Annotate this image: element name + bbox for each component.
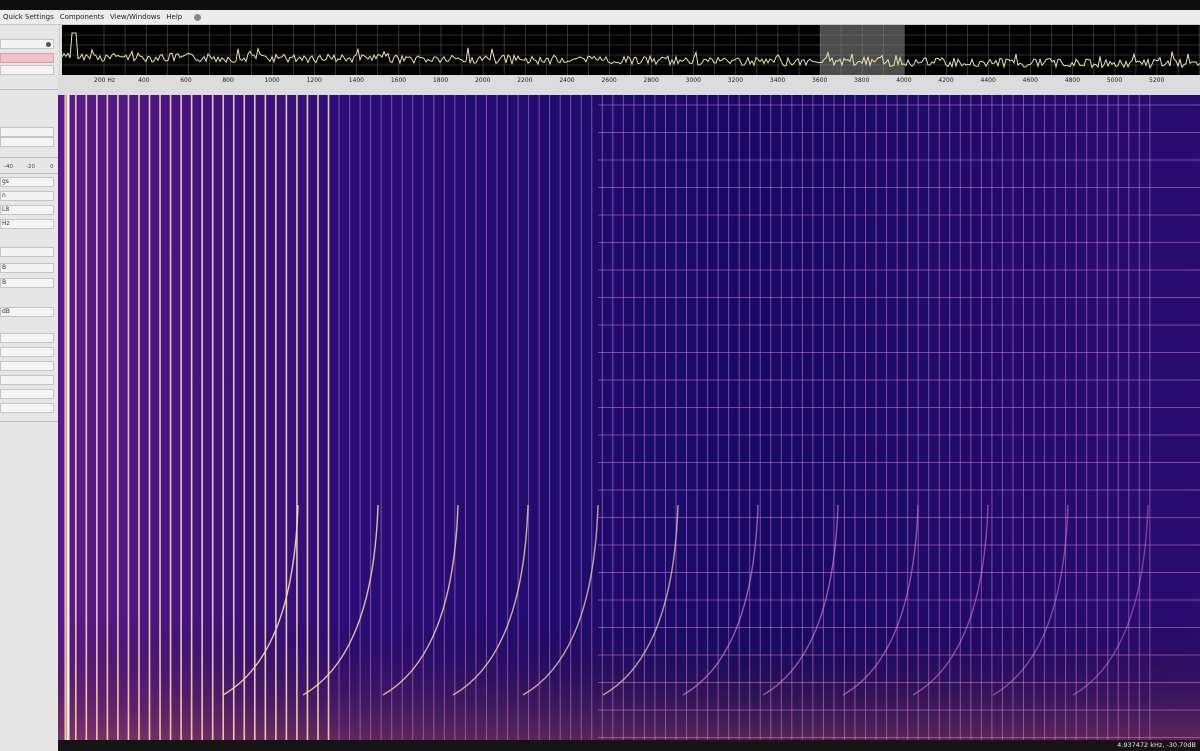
sidebar-stepper-2[interactable] xyxy=(0,137,54,147)
field-label: B xyxy=(2,264,7,271)
sidebar-field-10[interactable] xyxy=(0,375,54,385)
menu-components[interactable]: Components xyxy=(60,13,104,21)
spectrum-trace xyxy=(62,32,1200,70)
frequency-tick-label: 3600 xyxy=(812,77,828,84)
sidebar-control-2[interactable] xyxy=(0,65,54,75)
frequency-tick-label: 800 xyxy=(222,77,234,84)
frequency-tick-label: 1000 xyxy=(264,77,280,84)
sidebar-field-db[interactable]: dB xyxy=(0,307,54,317)
sidebar-field-hz[interactable]: Hz xyxy=(0,219,54,229)
record-icon[interactable] xyxy=(194,13,202,21)
sidebar-control-1[interactable] xyxy=(0,39,54,49)
sidebar-divider xyxy=(0,89,58,90)
frequency-tick-label: 1400 xyxy=(348,77,364,84)
frequency-tick-label: 2400 xyxy=(559,77,575,84)
frequency-tick-label: 5200 xyxy=(1149,77,1165,84)
field-label: Hz xyxy=(2,220,10,227)
frequency-tick-label: 2800 xyxy=(643,77,659,84)
waterfall-low-glow xyxy=(58,615,1200,740)
sidebar-field-b1[interactable]: B xyxy=(0,263,54,273)
frequency-tick-label: 1600 xyxy=(390,77,407,84)
sidebar-divider xyxy=(0,173,58,174)
frequency-tick-label: 4000 xyxy=(896,77,912,84)
scale-label-zero: 0 xyxy=(50,164,54,170)
field-label: L8 xyxy=(2,206,10,213)
sidebar-field-b2[interactable]: B xyxy=(0,278,54,288)
scale-label-minus20: -20 xyxy=(26,164,35,170)
frequency-tick-label: 1800 xyxy=(432,77,449,84)
frequency-axis: 200 Hz 400 600 800 1000 1200 1400 1600 1800 2000 2… xyxy=(62,75,1200,95)
sidebar-field-l8[interactable]: L8 xyxy=(0,205,54,215)
frequency-tick-label: 400 xyxy=(138,77,150,84)
sidebar-field-blank[interactable] xyxy=(0,247,54,257)
window-top-edge xyxy=(0,0,1200,10)
frequency-tick-label: 3400 xyxy=(769,77,786,84)
menu-help[interactable]: Help xyxy=(166,13,182,21)
frequency-tick-label: 3200 xyxy=(727,77,744,84)
field-label: B xyxy=(2,279,7,286)
sidebar-divider xyxy=(0,157,58,158)
frequency-tick-label: 2200 xyxy=(517,77,533,84)
sidebar-field-7[interactable] xyxy=(0,333,54,343)
frequency-tick-label: 2600 xyxy=(601,77,617,84)
frequency-tick-label: 1200 xyxy=(306,77,322,84)
sidebar-field-11[interactable] xyxy=(0,389,54,399)
sidebar-divider xyxy=(0,421,58,422)
cursor-frequency-readout: 4.937472 kHz, -30.70dB xyxy=(1117,741,1196,749)
sidebar-field-12[interactable] xyxy=(0,403,54,413)
sidebar-field-9[interactable] xyxy=(0,361,54,371)
control-sidebar: -40 -20 0 gs n L8 Hz B B dB xyxy=(0,25,59,751)
knob-icon xyxy=(46,42,51,47)
frequency-tick-label: 4400 xyxy=(980,77,996,84)
sidebar-field-8[interactable] xyxy=(0,347,54,357)
frequency-tick-label: 3800 xyxy=(854,77,870,84)
menu-quick-settings[interactable]: Quick Settings xyxy=(3,13,54,21)
frequency-tick-label: 3000 xyxy=(685,77,701,84)
frequency-tick-label: 2000 xyxy=(475,77,491,84)
frequency-tick-label: 600 xyxy=(180,77,192,84)
spectrogram-waterfall[interactable] xyxy=(58,95,1200,740)
field-label: gs xyxy=(2,178,9,185)
sidebar-field-gs[interactable]: gs xyxy=(0,177,54,187)
frequency-tick-label: 5000 xyxy=(1106,77,1123,84)
spectrum-plot[interactable] xyxy=(62,25,1200,75)
spectrum-panel: 200 Hz 400 600 800 1000 1200 1400 1600 1800 2000 2… xyxy=(58,25,1200,95)
frequency-tick-label: 4800 xyxy=(1064,77,1081,84)
frequency-tick-label: 4600 xyxy=(1022,77,1038,84)
menu-view-windows[interactable]: View/Windows xyxy=(110,13,160,21)
sidebar-field-n[interactable]: n xyxy=(0,191,54,201)
field-label: n xyxy=(2,192,6,199)
menu-bar: Quick Settings Components View/Windows H… xyxy=(0,10,1200,25)
frequency-selection-highlight[interactable] xyxy=(820,25,905,75)
spectrum-grid xyxy=(62,25,1200,75)
frequency-tick-label: 4200 xyxy=(938,77,954,84)
sidebar-input-highlight[interactable] xyxy=(0,53,54,63)
sidebar-stepper-1[interactable] xyxy=(0,127,54,137)
scale-label-minus40: -40 xyxy=(4,164,13,170)
frequency-tick-label: 200 Hz xyxy=(94,77,116,84)
field-label: dB xyxy=(2,308,10,315)
status-bar: 4.937472 kHz, -30.70dB xyxy=(58,740,1200,751)
